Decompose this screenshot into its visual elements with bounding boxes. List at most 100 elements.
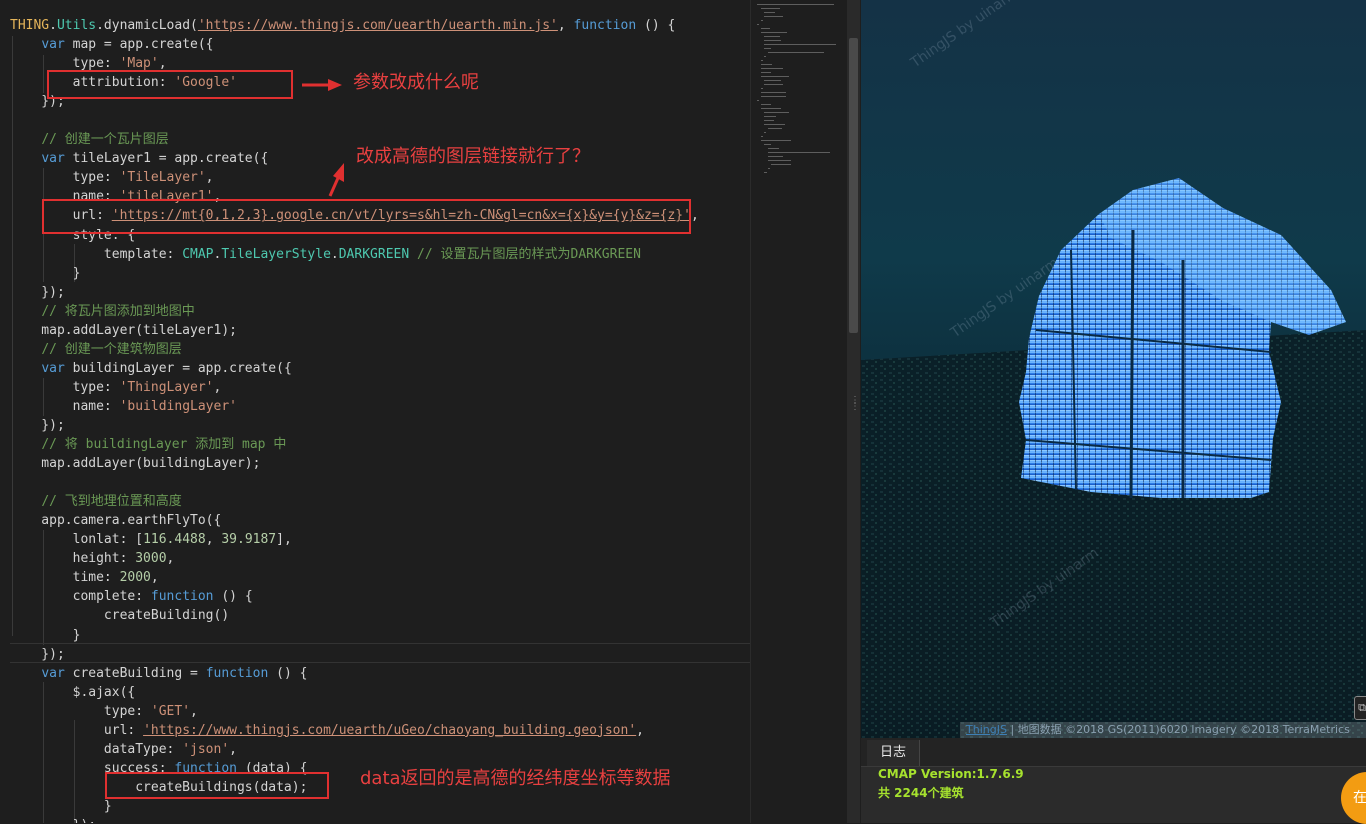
code-token: () { (636, 18, 676, 33)
code-token: , (557, 18, 574, 33)
minimap-line (760, 140, 792, 141)
tab-log[interactable]: 日志 (867, 740, 920, 766)
code-line[interactable]: app.camera.earthFlyTo({ (10, 511, 699, 530)
scrollbar-thumb[interactable] (849, 38, 858, 333)
code-line[interactable]: }); (10, 416, 699, 435)
code-token: type: (10, 379, 120, 395)
minimap-line (764, 40, 782, 41)
code-token: type: (10, 170, 120, 186)
code-token: 'Map' (119, 56, 159, 72)
code-token: // 创建一个瓦片图层 (41, 132, 169, 148)
code-line[interactable]: }); (10, 816, 699, 823)
code-token: , (158, 56, 167, 72)
minimap-line (760, 8, 781, 9)
map-viewer[interactable]: ThingJS by uinarm ThingJS by uinarm Thin… (861, 0, 1366, 738)
minimap-line (771, 164, 792, 165)
code-line[interactable]: $.ajax({ (10, 683, 699, 702)
code-line[interactable]: }); (10, 283, 699, 302)
code-token: 'GET' (150, 703, 191, 719)
code-token: 116.4488 (143, 532, 206, 548)
code-line[interactable]: // 飞到地理位置和高度 (10, 492, 699, 511)
code-token: 'buildingLayer' (119, 398, 237, 414)
minimap-line (767, 152, 830, 153)
code-line[interactable]: map.addLayer(buildingLayer); (10, 454, 699, 473)
code-line[interactable]: lonlat: [116.4488, 39.9187], (10, 530, 699, 549)
code-line[interactable]: type: 'ThingLayer', (10, 378, 699, 397)
code-token: DARKGREEN (338, 246, 410, 262)
code-line[interactable]: height: 3000, (10, 549, 699, 568)
code-line[interactable]: time: 2000, (10, 568, 699, 587)
code-line[interactable]: } (10, 626, 699, 645)
code-line[interactable]: // 创建一个瓦片图层 (10, 130, 699, 149)
code-token: } (10, 798, 112, 814)
code-token: } (10, 627, 81, 643)
code-line[interactable]: url: 'https://www.thingjs.com/uearth/uGe… (10, 721, 699, 740)
code-token: var (41, 360, 65, 376)
code-line[interactable]: map.addLayer(tileLayer1); (10, 321, 699, 340)
code-token: () { (268, 665, 308, 681)
minimap-line (767, 52, 824, 53)
code-token: // 将瓦片图添加到地图中 (41, 303, 195, 319)
code-token: 2000 (119, 570, 151, 586)
code-token: , (636, 722, 644, 738)
code-token: , (190, 703, 198, 719)
code-line[interactable]: var buildingLayer = app.create({ (10, 359, 699, 378)
code-text[interactable]: THING.Utils.dynamicLoad('https://www.thi… (10, 16, 699, 823)
code-token: createBuilding = (64, 665, 206, 681)
code-line[interactable] (10, 111, 699, 130)
code-line[interactable]: type: 'GET', (10, 702, 699, 721)
code-token: name: (10, 398, 120, 414)
code-token: map = app.create({ (64, 37, 214, 53)
code-line[interactable]: } (10, 264, 699, 283)
code-token: 39.9187 (221, 532, 277, 548)
code-line[interactable]: // 将 buildingLayer 添加到 map 中 (10, 435, 699, 454)
code-line[interactable]: name: 'buildingLayer' (10, 397, 699, 416)
code-token: }); (10, 284, 65, 300)
code-token: } (10, 265, 81, 281)
highlight-url (42, 199, 691, 234)
minimap-line (757, 24, 759, 25)
split-drag-handle[interactable]: ⋮ ⋮ (850, 396, 860, 418)
code-line[interactable]: } (10, 797, 699, 816)
minimap-line (764, 80, 782, 81)
code-line[interactable]: complete: function () { (10, 587, 699, 606)
code-token: createBuilding() (10, 608, 230, 624)
minimap-line (760, 32, 787, 33)
code-token: app.camera.earthFlyTo({ (10, 513, 222, 529)
online-help-button[interactable]: 在线 (1341, 772, 1366, 824)
code-line[interactable]: THING.Utils.dynamicLoad('https://www.thi… (10, 16, 699, 35)
code-line[interactable]: dataType: 'json', (10, 740, 699, 759)
code-token: url: (10, 722, 144, 738)
code-minimap[interactable] (750, 0, 848, 823)
code-line[interactable]: type: 'TileLayer', (10, 168, 699, 187)
map-attribution: ThingJS | 地图数据 ©2018 GS(2011)6020 Imager… (960, 722, 1366, 738)
code-token: }); (10, 646, 65, 662)
minimap-line (764, 16, 784, 17)
code-token: , (229, 741, 237, 757)
code-token: . (330, 246, 339, 262)
code-line[interactable]: // 创建一个建筑物图层 (10, 340, 699, 359)
code-line[interactable]: }); (10, 645, 699, 664)
code-token: tileLayer1 = app.create({ (64, 151, 269, 167)
log-tabbar: 日志 (861, 738, 1366, 767)
code-line[interactable] (10, 473, 699, 492)
code-line[interactable]: createBuilding() (10, 606, 699, 625)
minimap-line (760, 60, 764, 61)
code-line[interactable]: var createBuilding = function () { (10, 664, 699, 683)
code-line[interactable]: var tileLayer1 = app.create({ (10, 149, 699, 168)
code-token: // 创建一个建筑物图层 (41, 341, 182, 357)
code-line[interactable]: template: CMAP.TileLayerStyle.DARKGREEN … (10, 245, 699, 264)
code-line[interactable]: // 将瓦片图添加到地图中 (10, 302, 699, 321)
code-editor[interactable]: THING.Utils.dynamicLoad('https://www.thi… (0, 0, 750, 823)
code-token: THING (10, 18, 50, 33)
fullscreen-icon[interactable]: ⧉ (1354, 696, 1366, 720)
code-token: , (166, 551, 175, 567)
attribution-link[interactable]: ThingJS (960, 723, 1007, 736)
minimap-line (760, 88, 764, 89)
minimap-line (764, 112, 790, 113)
code-token: CMAP (182, 246, 214, 262)
code-line[interactable]: var map = app.create({ (10, 35, 699, 54)
